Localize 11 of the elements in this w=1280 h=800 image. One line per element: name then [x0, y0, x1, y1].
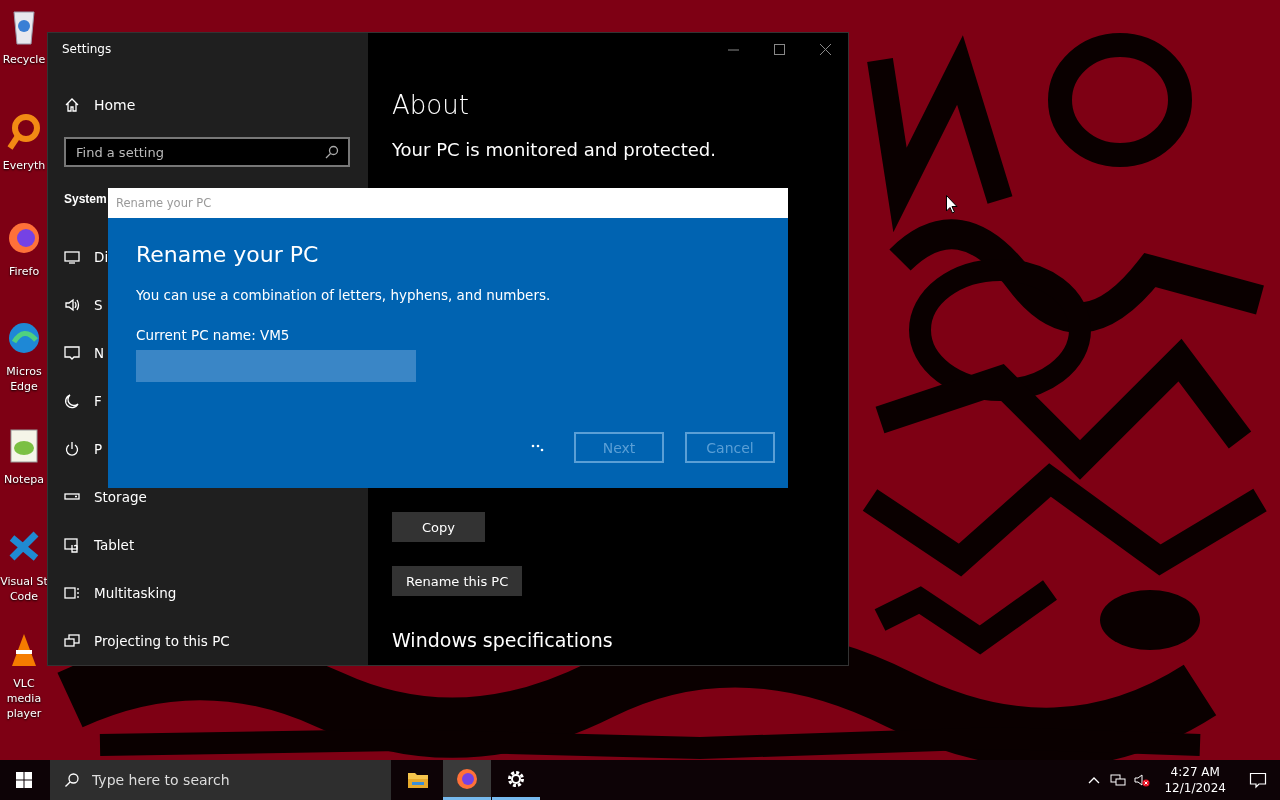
dialog-title: Rename your PC [115, 196, 212, 210]
clock-date: 12/1/2024 [1164, 780, 1226, 796]
dialog-heading: Rename your PC [136, 241, 320, 269]
section-heading: Windows specifications [392, 628, 614, 653]
window-title: Settings [61, 42, 112, 56]
section-heading: System [64, 191, 107, 208]
current-name-label: Current PC name: VM5 [136, 326, 291, 345]
clock-time: 4:27 AM [1170, 764, 1220, 780]
status-text: Your PC is monitored and protected. [392, 138, 717, 162]
dialog-description: You can use a combination of letters, hyphens, and numbers. [136, 286, 552, 305]
page-title: About [392, 89, 470, 122]
